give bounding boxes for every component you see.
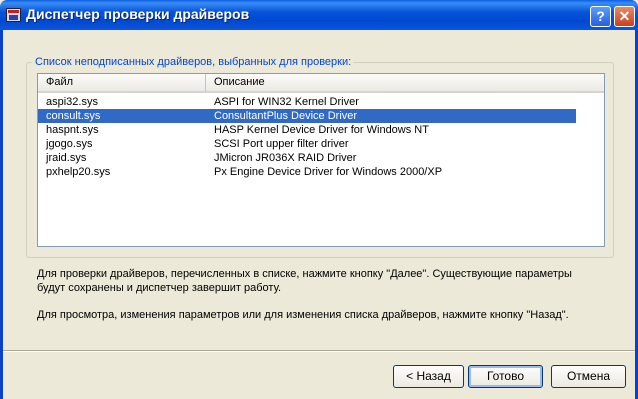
window-frame-left — [0, 30, 3, 399]
help-button[interactable]: ? — [590, 6, 611, 27]
window-title: Диспетчер проверки драйверов — [26, 6, 250, 22]
driver-file: aspi32.sys — [46, 96, 98, 108]
list-item-selected[interactable]: consult.sys ConsultantPlus Device Driver — [38, 109, 576, 123]
list-item[interactable]: aspi32.sys ASPI for WIN32 Kernel Driver — [38, 95, 604, 109]
driver-description: ConsultantPlus Device Driver — [214, 110, 358, 122]
groupbox-label: Список неподписанных драйверов, выбранны… — [32, 56, 355, 68]
close-button[interactable]: ✕ — [614, 6, 635, 27]
info-paragraph-back: Для просмотра, изменения параметров или … — [37, 309, 569, 321]
driver-list[interactable]: Файл Описание aspi32.sys ASPI for WIN32 … — [37, 73, 605, 247]
driver-file: jgogo.sys — [46, 138, 93, 150]
driver-description: JMicron JR036X RAID Driver — [214, 152, 357, 164]
driver-file: haspnt.sys — [46, 124, 99, 136]
driver-description: SCSI Port upper filter driver — [214, 138, 349, 150]
list-item[interactable]: pxhelp20.sys Px Engine Device Driver for… — [38, 165, 604, 179]
finish-button[interactable]: Готово — [468, 365, 543, 388]
back-button[interactable]: < Назад — [393, 365, 464, 388]
info-line: будут сохранены и диспетчер завершит раб… — [37, 282, 282, 294]
list-item[interactable]: haspnt.sys HASP Kernel Device Driver for… — [38, 123, 604, 137]
driver-file: pxhelp20.sys — [46, 166, 111, 178]
driver-description: HASP Kernel Device Driver for Windows NT — [214, 124, 429, 136]
driver-description: Px Engine Device Driver for Windows 2000… — [214, 166, 443, 178]
column-header-file[interactable]: Файл — [38, 74, 206, 91]
info-paragraph-next: Для проверки драйверов, перечисленных в … — [37, 267, 597, 295]
list-item[interactable]: jgogo.sys SCSI Port upper filter driver — [38, 137, 604, 151]
separator — [3, 350, 635, 352]
driver-file: consult.sys — [46, 110, 101, 122]
column-header-description[interactable]: Описание — [206, 74, 604, 91]
driver-description: ASPI for WIN32 Kernel Driver — [214, 96, 359, 108]
title-bar[interactable]: Диспетчер проверки драйверов ? ✕ — [0, 0, 638, 30]
driver-file: jraid.sys — [46, 152, 87, 164]
driver-verifier-window: Диспетчер проверки драйверов ? ✕ Список … — [0, 0, 638, 399]
list-item[interactable]: jraid.sys JMicron JR036X RAID Driver — [38, 151, 604, 165]
cancel-button[interactable]: Отмена — [551, 365, 626, 388]
info-line: Для проверки драйверов, перечисленных в … — [37, 268, 572, 280]
app-icon — [6, 8, 21, 22]
list-header: Файл Описание — [38, 74, 604, 93]
